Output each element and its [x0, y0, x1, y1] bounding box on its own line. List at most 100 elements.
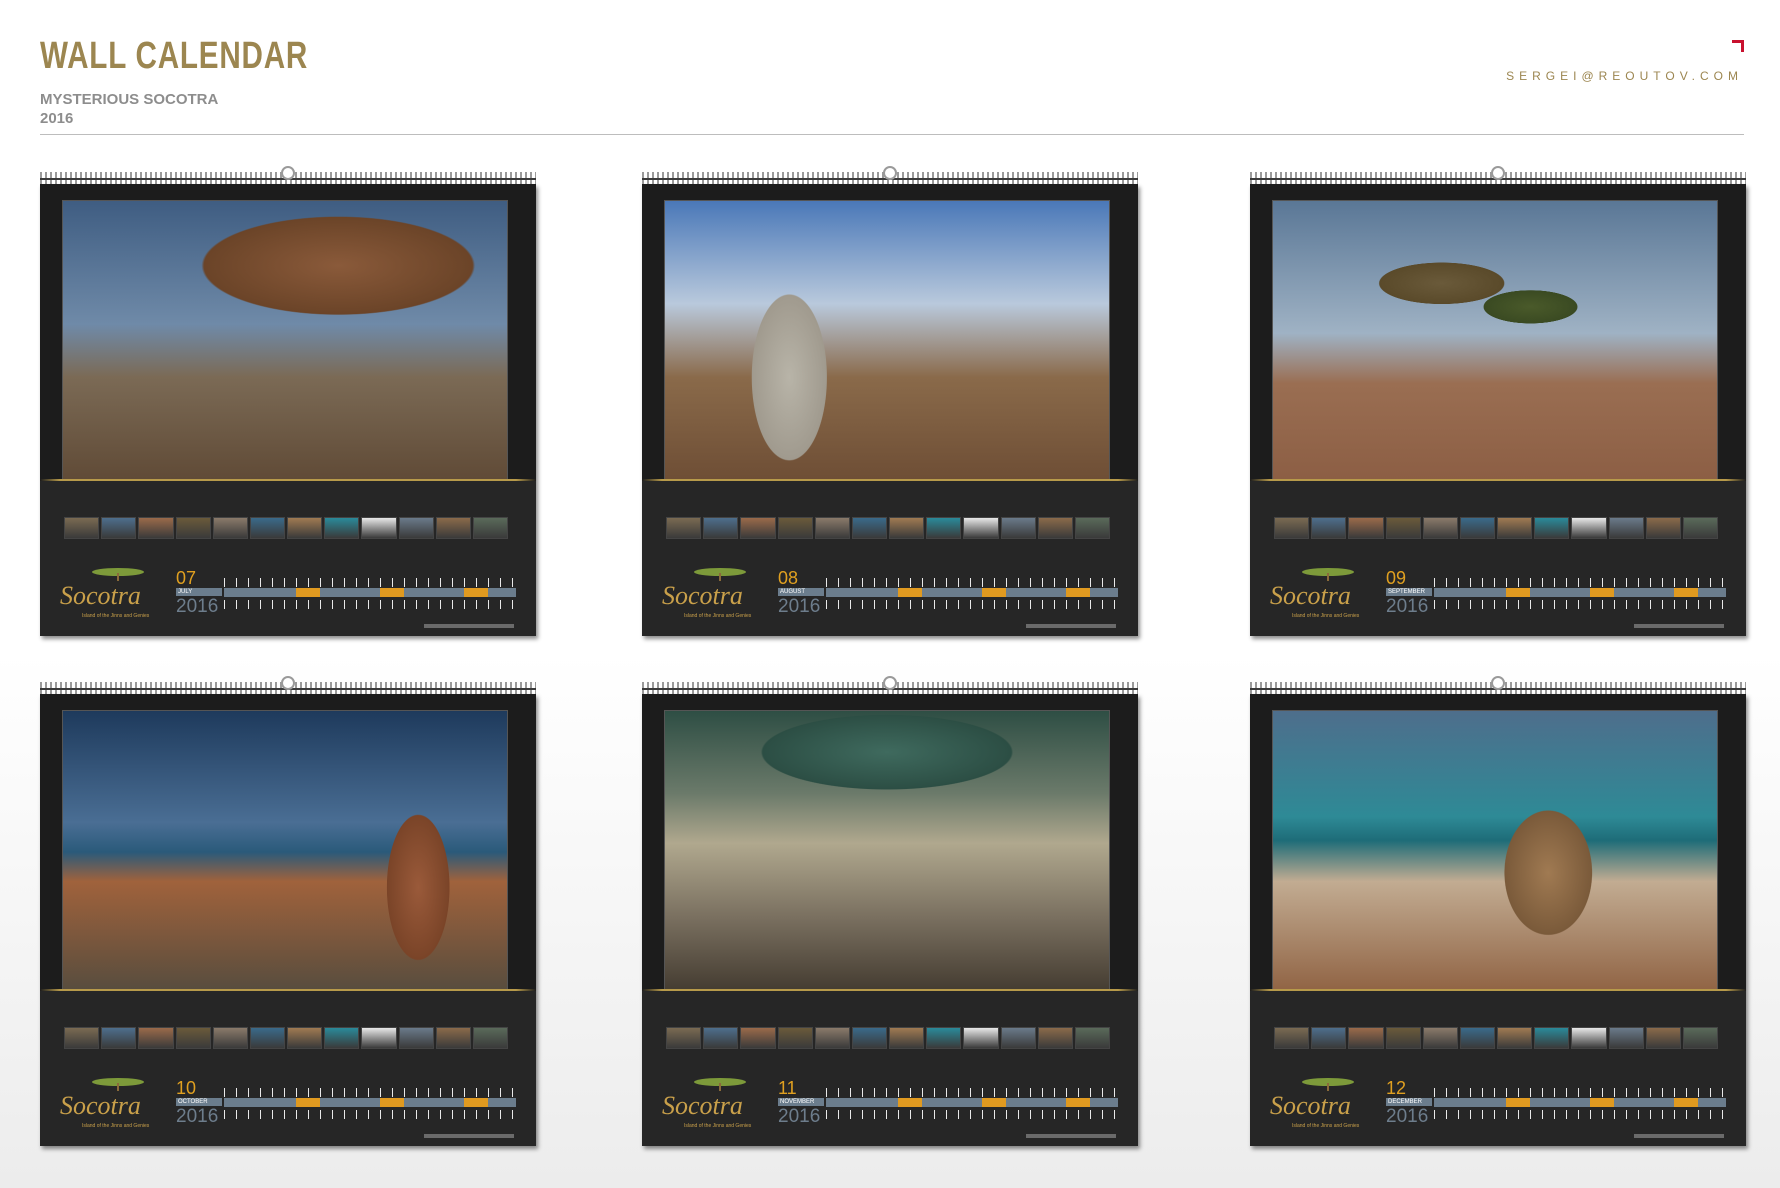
thumbnail	[1459, 517, 1496, 539]
thumbnail	[703, 1027, 739, 1049]
calendar-year: 2016	[1386, 1106, 1429, 1127]
thumbnail	[324, 517, 360, 539]
thumbnail	[814, 1027, 850, 1049]
month-name: OCTOBER	[176, 1098, 222, 1106]
thumbnail	[666, 517, 702, 539]
thumbnail	[1037, 1027, 1073, 1049]
thumbnail	[1645, 1027, 1681, 1049]
calendar-photo	[62, 200, 508, 496]
thumbnail	[1037, 517, 1073, 539]
thumbnail	[287, 1027, 323, 1049]
calendar-august: Socotra Island of the Jinns and Genies 08 A…	[642, 166, 1138, 636]
thumbnail	[1274, 517, 1310, 539]
dragon-tree-icon	[92, 568, 144, 581]
calendar-year: 2016	[778, 1106, 821, 1127]
thumbnail	[1311, 1027, 1347, 1049]
logo-text: Socotra	[662, 581, 743, 610]
date-row	[826, 1110, 1118, 1119]
weekend-highlight	[380, 1098, 404, 1107]
footnote	[1026, 1134, 1116, 1138]
thumbnail-strip	[1274, 1027, 1719, 1049]
weekend-highlight	[1506, 588, 1530, 597]
footnote	[424, 624, 514, 628]
page-year: 2016	[40, 110, 74, 127]
date-row	[224, 600, 516, 609]
logo-tagline: Island of the Jinns and Genies	[1292, 1123, 1360, 1129]
calendar-sheet: Socotra Island of the Jinns and Genies 12 D…	[1250, 694, 1746, 1146]
thumbnail	[1682, 517, 1719, 539]
weekend-highlight	[1066, 1098, 1090, 1107]
thumbnail	[851, 1027, 888, 1049]
thumbnail	[1348, 517, 1384, 539]
calendar-year: 2016	[1386, 596, 1429, 617]
weekend-highlight	[982, 1098, 1006, 1107]
calendar-photo	[664, 710, 1110, 1006]
calendar-footer: Socotra Island of the Jinns and Genies 11 N…	[642, 991, 1138, 1146]
thumbnail	[777, 517, 813, 539]
month-number: 07	[176, 568, 197, 588]
weekend-highlight	[1590, 588, 1614, 597]
month-name: SEPTEMBER	[1386, 588, 1432, 596]
gold-divider	[1250, 989, 1746, 991]
thumbnail	[740, 1027, 776, 1049]
weekend-highlight	[1506, 1098, 1530, 1107]
weekend-highlight	[1590, 1098, 1614, 1107]
thumbnail	[175, 1027, 211, 1049]
header-divider	[40, 134, 1744, 135]
thumbnail	[249, 517, 286, 539]
thumbnail	[1682, 1027, 1719, 1049]
logo-tagline: Island of the Jinns and Genies	[684, 1123, 752, 1129]
thumbnail	[1274, 1027, 1310, 1049]
weekend-highlight	[982, 588, 1006, 597]
calendar-sheet: Socotra Island of the Jinns and Genies 10 O…	[40, 694, 536, 1146]
logo-tagline: Island of the Jinns and Genies	[1292, 613, 1360, 619]
thumbnail	[398, 517, 434, 539]
hanger-hook-icon	[883, 676, 897, 690]
gold-divider	[40, 479, 536, 481]
logo-text: Socotra	[1270, 1091, 1351, 1120]
logo-tagline: Island of the Jinns and Genies	[82, 613, 150, 619]
month-number: 08	[778, 568, 799, 588]
weekend-highlight	[380, 588, 404, 597]
date-row	[1434, 578, 1726, 587]
weekend-highlight	[898, 1098, 922, 1107]
thumbnail-strip	[666, 517, 1111, 539]
thumbnail	[1459, 1027, 1496, 1049]
calendar-footer: Socotra Island of the Jinns and Genies 09 S…	[1250, 481, 1746, 636]
thumbnail	[361, 1027, 397, 1049]
weekend-highlight	[464, 588, 488, 597]
thumbnail	[398, 1027, 434, 1049]
socotra-logo: Socotra Island of the Jinns and Genies	[1270, 567, 1388, 627]
month-number: 09	[1386, 568, 1407, 588]
thumbnail	[64, 1027, 100, 1049]
calendar-sheet: Socotra Island of the Jinns and Genies 07 J…	[40, 184, 536, 636]
month-name: AUGUST	[778, 588, 824, 596]
date-row	[826, 1088, 1118, 1097]
thumbnail	[1074, 1027, 1111, 1049]
thumbnail	[777, 1027, 813, 1049]
footnote	[424, 1134, 514, 1138]
thumbnail	[1422, 1027, 1458, 1049]
thumbnail	[814, 517, 850, 539]
thumbnail	[666, 1027, 702, 1049]
date-row	[1434, 1088, 1726, 1097]
thumbnail	[1348, 1027, 1384, 1049]
thumbnail-strip	[64, 1027, 509, 1049]
date-grid	[826, 1088, 1118, 1128]
logo-text: Socotra	[60, 1091, 141, 1120]
weekend-highlight	[296, 588, 320, 597]
date-grid	[224, 578, 516, 618]
calendar-photo	[1272, 710, 1718, 1006]
thumbnail	[740, 517, 776, 539]
calendar-year: 2016	[176, 596, 219, 617]
thumbnail	[1385, 1027, 1421, 1049]
email-link[interactable]: SERGEI@REOUTOV.COM	[1506, 69, 1743, 83]
calendar-footer: Socotra Island of the Jinns and Genies 08 A…	[642, 481, 1138, 636]
calendar-photo	[1272, 200, 1718, 496]
weekend-highlight	[898, 588, 922, 597]
thumbnail	[175, 517, 211, 539]
calendar-year: 2016	[778, 596, 821, 617]
thumbnail	[249, 1027, 286, 1049]
thumbnail	[138, 517, 174, 539]
thumbnail	[851, 517, 888, 539]
